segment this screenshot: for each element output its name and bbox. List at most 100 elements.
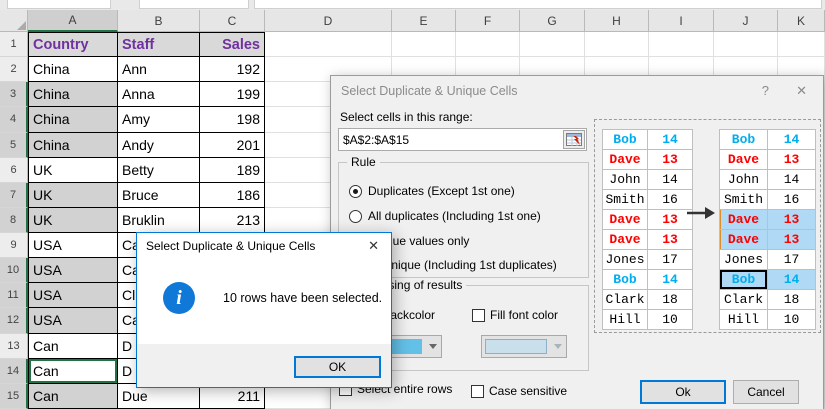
sheet-row-1: 1 Country Staff Sales [0,32,825,58]
cell-B3[interactable]: Anna [118,82,200,108]
row-header-6[interactable]: 6 [0,157,28,183]
cell-K1[interactable] [778,32,825,58]
cell-B6[interactable]: Betty [118,157,200,183]
fill-font-color-checkbox[interactable]: Fill font color [472,308,558,322]
row-header-3[interactable]: 3 [0,82,28,108]
cell-H1[interactable] [585,32,649,58]
range-input[interactable]: $A$2:$A$15 [338,128,587,151]
cell-A4[interactable]: China [28,107,118,133]
cell-I1[interactable] [649,32,714,58]
radio-icon[interactable] [349,209,362,223]
cell-A5[interactable]: China [28,132,118,158]
dropdown-arrow-icon[interactable] [425,336,441,357]
row-header-13[interactable]: 13 [0,333,28,359]
preview-cell-name: Dave [720,210,768,230]
dropdown-arrow-icon[interactable] [550,336,566,357]
case-sensitive-box[interactable] [471,384,484,398]
row-header-9[interactable]: 9 [0,233,28,259]
row-header-11[interactable]: 11 [0,283,28,309]
cell-B7[interactable]: Bruce [118,182,200,208]
cell-A12[interactable]: USA [28,308,118,334]
cell-C3[interactable]: 199 [200,82,265,108]
cell-B1[interactable]: Staff [118,32,200,58]
cell-A7[interactable]: UK [28,182,118,208]
ok-button[interactable]: Ok [640,380,726,404]
cell-A11[interactable]: USA [28,283,118,309]
row-header-1[interactable]: 1 [0,32,28,58]
column-header-A[interactable]: A [28,10,118,32]
cell-A2[interactable]: China [28,57,118,83]
cancel-button[interactable]: Cancel [733,380,799,404]
help-icon[interactable]: ? [762,83,769,98]
cell-G1[interactable] [520,32,585,58]
name-box[interactable] [7,0,111,9]
rule-option-1[interactable]: Duplicates (Except 1st one) [349,184,515,198]
row-header-4[interactable]: 4 [0,107,28,133]
row-header-14[interactable]: 14 [0,358,28,384]
preview-row: Bob 14 [720,130,816,150]
cell-C2[interactable]: 192 [200,57,265,83]
column-header-G[interactable]: G [520,10,585,32]
fontcolor-swatch [485,339,547,354]
row-header-2[interactable]: 2 [0,57,28,83]
cell-B8[interactable]: Bruklin [118,207,200,233]
case-sensitive-checkbox[interactable]: Case sensitive [471,384,567,398]
cell-A3[interactable]: China [28,82,118,108]
cell-A15[interactable]: Can [28,383,118,409]
cell-B5[interactable]: Andy [118,132,200,158]
range-picker-button[interactable] [563,130,585,149]
fontcolor-dropdown[interactable] [481,335,567,358]
cell-A13[interactable]: Can [28,333,118,359]
column-header-F[interactable]: F [456,10,520,32]
rule-option-label: All unique (Including 1st duplicates) [368,258,557,272]
formula-bar [0,0,825,10]
cell-C5[interactable]: 201 [200,132,265,158]
rule-option-label: Duplicates (Except 1st one) [368,184,515,198]
cell-B4[interactable]: Amy [118,107,200,133]
message-box: Select Duplicate & Unique Cells ✕ i 10 r… [136,232,392,388]
cell-A9[interactable]: USA [28,233,118,259]
cell-J1[interactable] [714,32,778,58]
preview-cell-name: Hill [603,310,648,330]
column-header-H[interactable]: H [585,10,649,32]
row-header-8[interactable]: 8 [0,207,28,233]
column-header-I[interactable]: I [649,10,714,32]
close-icon[interactable]: ✕ [796,83,807,99]
cell-A6[interactable]: UK [28,157,118,183]
row-header-5[interactable]: 5 [0,132,28,158]
row-header-7[interactable]: 7 [0,182,28,208]
cell-A1[interactable]: Country [28,32,118,58]
select-all-corner[interactable] [0,10,28,32]
cell-B2[interactable]: Ann [118,57,200,83]
cell-A8[interactable]: UK [28,207,118,233]
cell-C6[interactable]: 189 [200,157,265,183]
column-header-B[interactable]: B [118,10,200,32]
row-header-10[interactable]: 10 [0,258,28,284]
cell-F1[interactable] [456,32,520,58]
preview-row: Dave 13 [720,210,816,230]
cell-C8[interactable]: 213 [200,207,265,233]
column-header-C[interactable]: C [200,10,265,32]
rule-option-2[interactable]: All duplicates (Including 1st one) [349,209,541,223]
cell-D1[interactable] [265,32,392,58]
cell-C7[interactable]: 186 [200,182,265,208]
row-header-15[interactable]: 15 [0,383,28,409]
radio-icon[interactable] [349,184,362,198]
column-header-D[interactable]: D [265,10,392,32]
fill-font-color-box[interactable] [472,308,485,322]
column-header-J[interactable]: J [714,10,778,32]
cell-C4[interactable]: 198 [200,107,265,133]
preview-row: Bob 14 [603,130,693,150]
column-header-E[interactable]: E [392,10,456,32]
formula-input[interactable] [254,0,822,9]
fill-font-color-label: Fill font color [490,308,559,322]
cell-A14[interactable]: Can [28,358,118,384]
cell-E1[interactable] [392,32,456,58]
column-header-K[interactable]: K [778,10,825,32]
row-header-12[interactable]: 12 [0,308,28,334]
preview-row: Hill 10 [720,310,816,330]
cell-A10[interactable]: USA [28,258,118,284]
message-box-close-icon[interactable]: ✕ [368,238,379,254]
cell-C1[interactable]: Sales [200,32,265,58]
message-box-ok-button[interactable]: OK [294,356,381,378]
